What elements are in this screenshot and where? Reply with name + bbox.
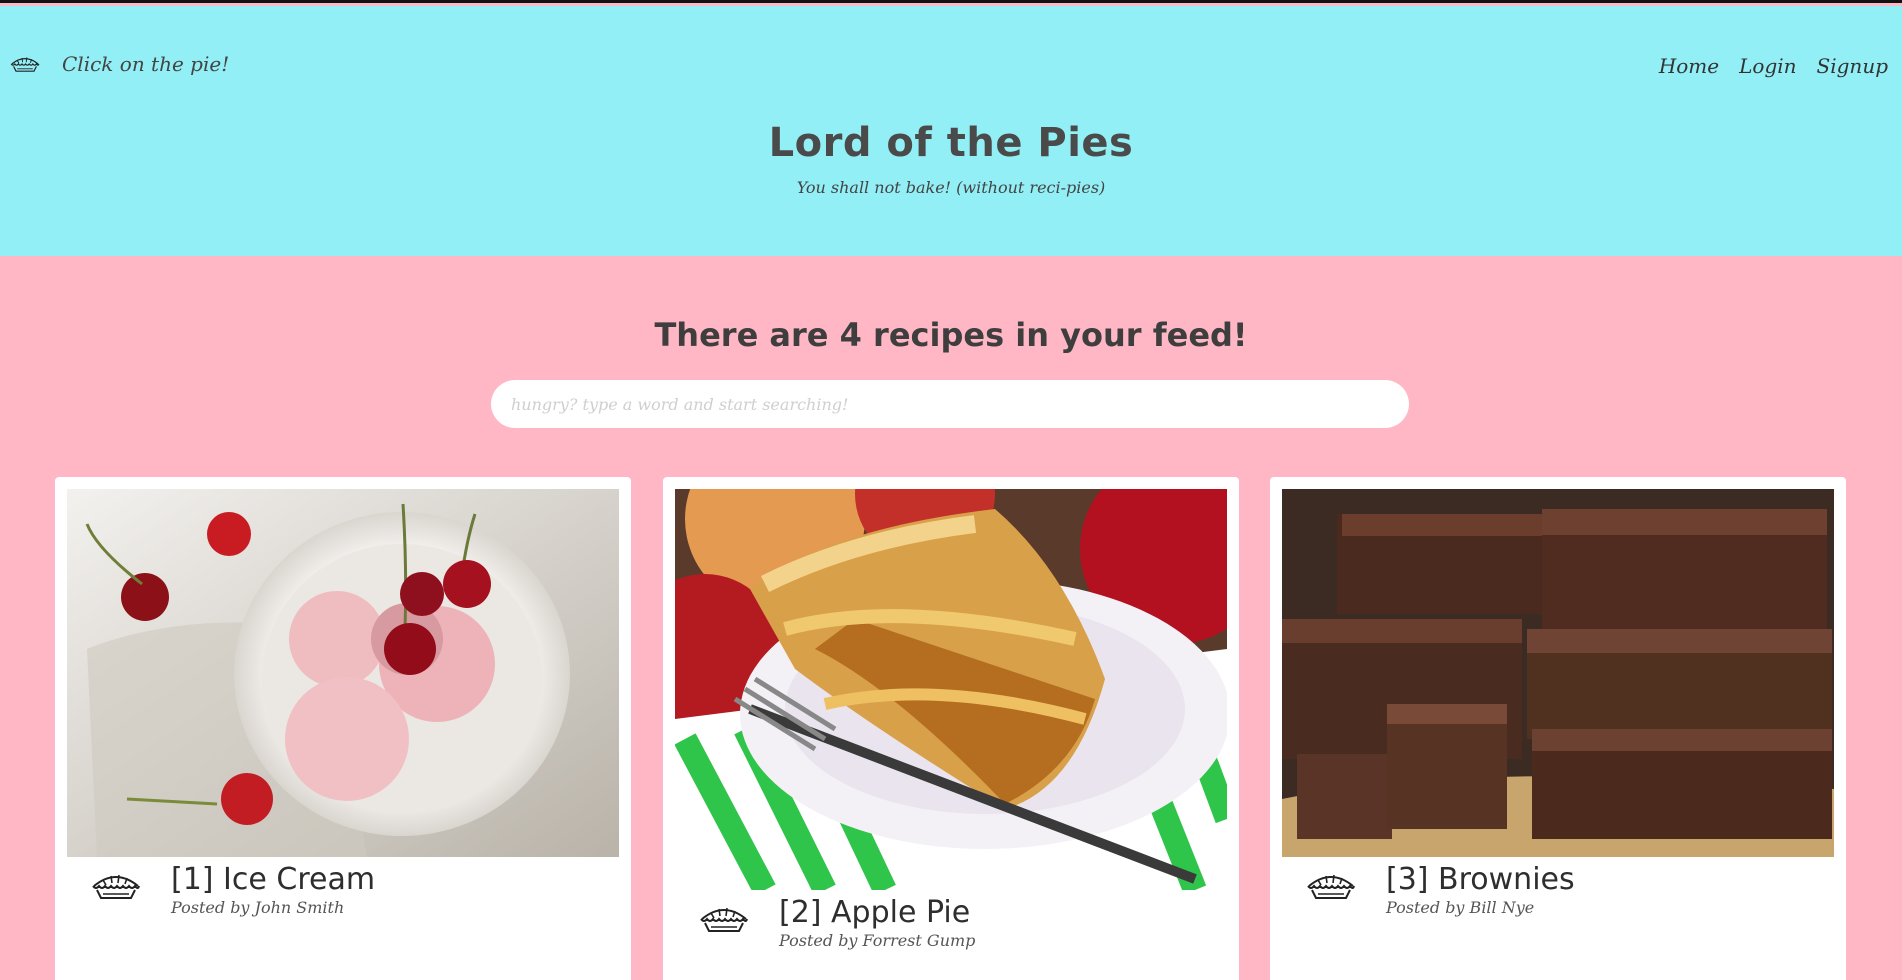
site-header: Click on the pie! Home Login Signup Lord… bbox=[0, 6, 1902, 256]
pie-icon bbox=[10, 54, 40, 74]
recipe-card[interactable]: [2] Apple Pie Posted by Forrest Gump bbox=[663, 477, 1239, 980]
feed-heading: There are 4 recipes in your feed! bbox=[654, 316, 1248, 354]
recipe-meta: [1] Ice Cream Posted by John Smith bbox=[55, 862, 375, 918]
recipe-photo-brownies bbox=[1282, 489, 1834, 857]
pie-icon bbox=[699, 903, 749, 935]
recipe-card[interactable]: [1] Ice Cream Posted by John Smith bbox=[55, 477, 631, 980]
nav-login-link[interactable]: Login bbox=[1739, 54, 1796, 78]
search-input[interactable] bbox=[491, 380, 1409, 428]
nav-signup-link[interactable]: Signup bbox=[1817, 54, 1888, 78]
recipe-author: Posted by Forrest Gump bbox=[779, 931, 976, 950]
recipe-photo-apple-pie bbox=[675, 489, 1227, 890]
recipe-meta: [2] Apple Pie Posted by Forrest Gump bbox=[663, 895, 975, 951]
pie-icon bbox=[91, 870, 141, 902]
site-title: Lord of the Pies bbox=[768, 120, 1134, 166]
recipe-title[interactable]: [1] Ice Cream bbox=[171, 862, 375, 898]
pie-icon bbox=[1306, 870, 1356, 902]
recipe-card[interactable]: [3] Brownies Posted by Bill Nye bbox=[1270, 477, 1846, 980]
recipe-title[interactable]: [2] Apple Pie bbox=[779, 895, 975, 931]
recipe-title[interactable]: [3] Brownies bbox=[1386, 862, 1575, 898]
recipe-photo-ice-cream bbox=[67, 489, 619, 857]
brand-link[interactable]: Click on the pie! bbox=[10, 52, 229, 76]
brand-label: Click on the pie! bbox=[62, 52, 230, 76]
recipe-author: Posted by John Smith bbox=[171, 898, 345, 917]
recipe-author: Posted by Bill Nye bbox=[1386, 898, 1535, 917]
top-nav: Home Login Signup bbox=[1659, 54, 1888, 78]
recipe-meta: [3] Brownies Posted by Bill Nye bbox=[1270, 862, 1575, 918]
nav-home-link[interactable]: Home bbox=[1659, 54, 1719, 78]
site-subtitle: You shall not bake! (without reci-pies) bbox=[796, 178, 1106, 197]
